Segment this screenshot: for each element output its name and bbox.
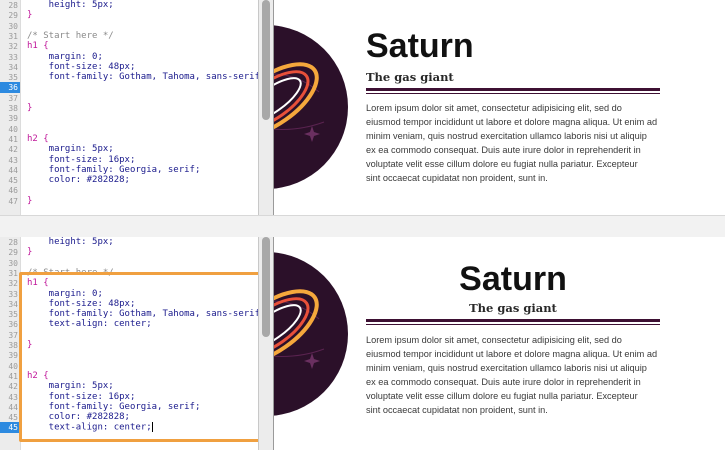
browser-preview: Saturn The gas giant Lorem ipsum dolor s… [274,0,725,215]
code-line[interactable]: font-family: Gotham, Tahoma, sans-serif; [27,72,258,83]
body-line: sint occaecat cupidatat non proident, su… [366,405,548,415]
body-line: voluptate velit esse cillum dolore eu fu… [366,391,638,401]
after-pane: 28 height: 5px; 29} 30 31/* Start here */32… [0,237,725,450]
page-title: Saturn [459,260,567,298]
body-paragraph: Lorem ipsum dolor sit amet, consectetur … [366,101,666,185]
body-line: ex ea commodo consequat. Duis aute irure… [366,377,641,387]
editor-scrollbar[interactable] [258,237,274,450]
body-paragraph: Lorem ipsum dolor sit amet, consectetur … [366,333,666,417]
body-line: ex ea commodo consequat. Duis aute irure… [366,145,641,155]
css-editor[interactable]: 28 height: 5px; 29} 30 31/* Start here */32… [0,0,258,215]
code-line[interactable]: } [27,10,32,21]
code-line[interactable]: } [27,247,32,258]
text-caret [151,422,153,433]
body-line: eiusmod tempor incididunt ut labore et d… [366,349,658,359]
line-number: 47 [8,196,18,206]
saturn-planet-illustration [274,25,348,189]
page-subtitle: The gas giant [469,301,557,315]
body-line: eiusmod tempor incididunt ut labore et d… [366,117,658,127]
page-subtitle: The gas giant [366,70,454,84]
body-line: sint occaecat cupidatat non proident, su… [366,173,548,183]
body-line: minim veniam, quis nostrud exercitation … [366,131,647,141]
scrollbar-thumb[interactable] [262,0,270,120]
code-line[interactable]: text-align: center; [27,422,153,433]
title-rule [366,88,660,91]
code-line[interactable]: } [27,196,32,207]
title-rule [366,319,660,322]
code-line[interactable]: height: 5px; [27,0,114,11]
line-number: 45 [0,422,20,434]
code-line[interactable]: color: #282828; [27,175,130,186]
body-line: voluptate velit esse cillum dolore eu fu… [366,159,638,169]
editor-scrollbar[interactable] [258,0,274,215]
body-line: minim veniam, quis nostrud exercitation … [366,363,647,373]
page-title: Saturn [366,27,474,65]
saturn-planet-illustration [274,252,348,416]
browser-preview: Saturn The gas giant Lorem ipsum dolor s… [274,237,725,450]
code-line[interactable]: text-align: center; [27,319,152,330]
title-rule-thin [366,324,660,325]
body-line: Lorem ipsum dolor sit amet, consectetur … [366,103,622,113]
before-pane: 28 height: 5px; 29} 30 31/* Start here */32… [0,0,725,215]
code-line[interactable]: height: 5px; [27,237,114,248]
title-rule-thin [366,93,660,94]
code-line[interactable]: } [27,340,32,351]
css-editor[interactable]: 28 height: 5px; 29} 30 31/* Start here */32… [0,237,258,450]
scrollbar-thumb[interactable] [262,237,270,337]
body-line: Lorem ipsum dolor sit amet, consectetur … [366,335,622,345]
pane-divider [0,215,725,239]
code-line[interactable]: } [27,103,32,114]
